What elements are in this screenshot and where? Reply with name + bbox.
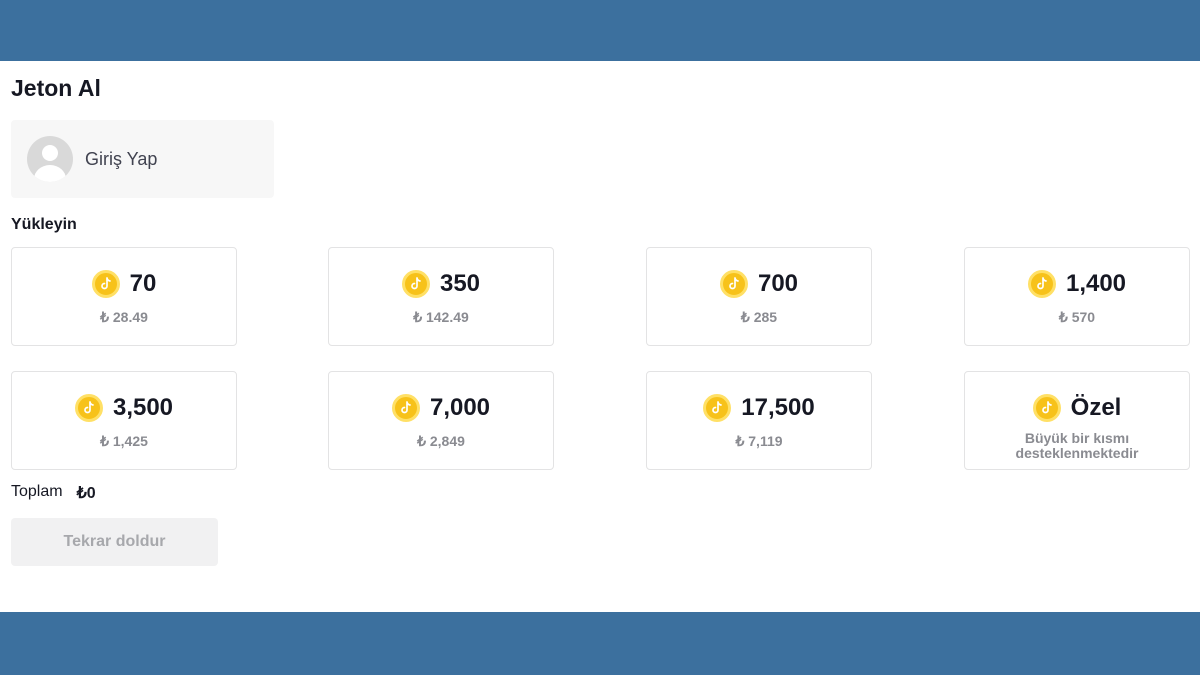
coin-package-3500[interactable]: 3,500 ₺ 1,425: [11, 371, 237, 470]
package-price: ₺ 7,119: [735, 433, 783, 449]
package-price: ₺ 142.49: [413, 309, 469, 325]
package-price: ₺ 1,425: [100, 433, 148, 449]
package-price: ₺ 570: [1058, 309, 1096, 325]
coin-package-350[interactable]: 350 ₺ 142.49: [328, 247, 554, 346]
coin-package-70[interactable]: 70 ₺ 28.49: [11, 247, 237, 346]
page-title: Jeton Al: [11, 75, 101, 101]
tiktok-coin-icon: [91, 270, 120, 298]
login-card[interactable]: Giriş Yap: [11, 120, 274, 198]
package-amount: 70: [129, 270, 157, 297]
tiktok-coin-icon: [74, 394, 103, 422]
total-summary: Toplam ₺0: [11, 483, 96, 503]
total-label: Toplam: [11, 483, 63, 500]
package-amount: 17,500: [741, 394, 815, 421]
coin-package-700[interactable]: 700 ₺ 285: [646, 247, 872, 346]
coin-package-1400[interactable]: 1,400 ₺ 570: [964, 247, 1190, 346]
package-amount: 350: [439, 270, 481, 297]
tiktok-coin-icon: [1032, 394, 1061, 422]
tiktok-coin-icon: [1027, 270, 1056, 298]
total-value: ₺0: [76, 485, 96, 502]
recharge-panel: Jeton Al Giriş Yap Yükleyin 70 ₺ 28.49 3…: [0, 61, 1200, 612]
custom-package-description: Büyük bir kısmı desteklenmektedir: [1015, 430, 1139, 461]
login-label: Giriş Yap: [85, 148, 158, 169]
package-amount: 700: [757, 270, 799, 297]
package-price: ₺ 2,849: [417, 433, 465, 449]
package-amount: 1,400: [1065, 270, 1127, 297]
tiktok-coin-icon: [703, 394, 732, 422]
package-price: ₺ 285: [740, 309, 778, 325]
recharge-button[interactable]: Tekrar doldur: [11, 518, 218, 566]
coin-package-7000[interactable]: 7,000 ₺ 2,849: [328, 371, 554, 470]
coin-package-custom[interactable]: Özel Büyük bir kısmı desteklenmektedir: [964, 371, 1190, 470]
tiktok-coin-icon: [401, 270, 430, 298]
package-amount: 7,000: [429, 394, 491, 421]
tiktok-coin-icon: [719, 270, 748, 298]
package-amount: Özel: [1070, 394, 1122, 421]
package-amount: 3,500: [112, 394, 174, 421]
package-price: ₺ 28.49: [100, 309, 148, 325]
default-avatar-icon: [27, 136, 73, 182]
bottom-band: [0, 612, 1200, 675]
section-label: Yükleyin: [11, 216, 77, 233]
tiktok-coin-icon: [391, 394, 420, 422]
top-band: [0, 0, 1200, 61]
coin-package-17500[interactable]: 17,500 ₺ 7,119: [646, 371, 872, 470]
